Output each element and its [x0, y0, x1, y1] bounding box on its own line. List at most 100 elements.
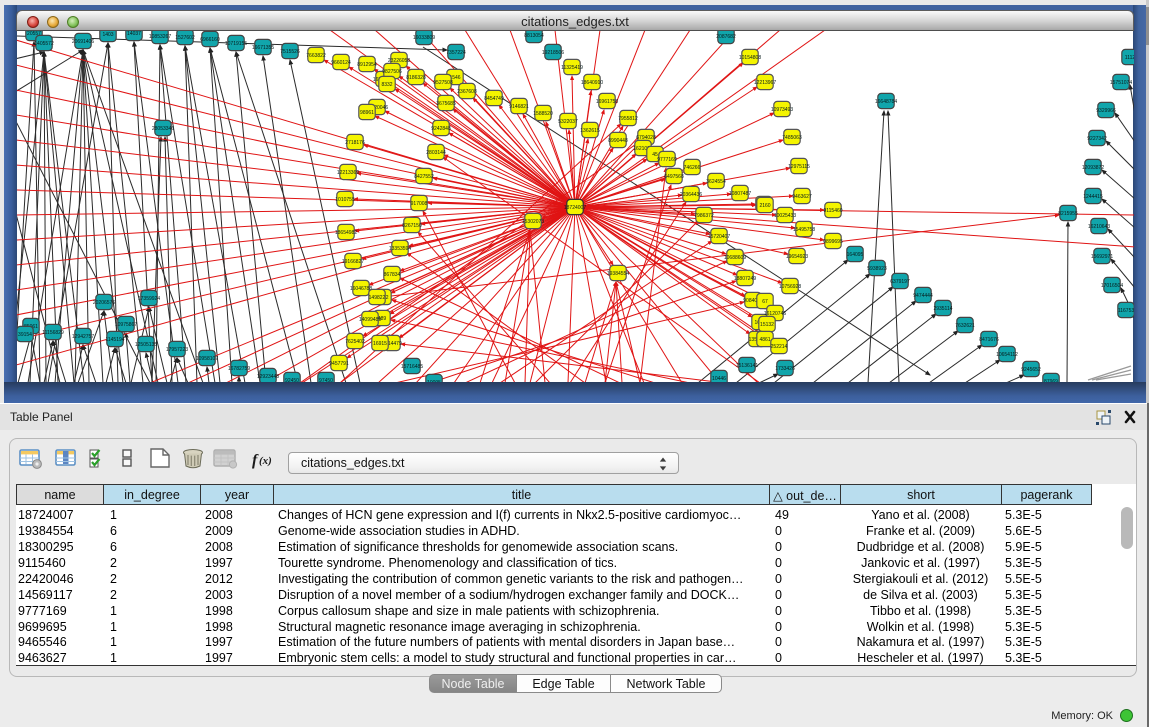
svg-text:12093872: 12093872 — [1082, 165, 1104, 171]
svg-text:116753: 116753 — [1118, 308, 1134, 314]
svg-text:f: f — [252, 452, 259, 469]
svg-text:10025433: 10025433 — [774, 213, 796, 219]
svg-text:0899695: 0899695 — [823, 239, 843, 245]
svg-text:8332: 8332 — [381, 82, 392, 88]
svg-text:15716485: 15716485 — [401, 364, 423, 370]
svg-text:1112: 1112 — [1125, 55, 1134, 61]
svg-text:746266: 746266 — [684, 165, 701, 171]
svg-text:9457791: 9457791 — [329, 361, 349, 367]
svg-text:1010755: 1010755 — [335, 197, 355, 203]
svg-text:7955812: 7955812 — [618, 116, 638, 122]
svg-text:2367608: 2367608 — [457, 89, 477, 95]
svg-text:867834: 867834 — [384, 272, 401, 278]
svg-text:18640910: 18640910 — [581, 80, 603, 86]
svg-text:19384554: 19384554 — [607, 271, 629, 277]
svg-text:15132: 15132 — [760, 322, 774, 328]
svg-text:98961: 98961 — [360, 110, 374, 116]
svg-text:10756928: 10756928 — [779, 284, 801, 290]
svg-text:8186328: 8186328 — [406, 75, 426, 81]
svg-text:19218506: 19218506 — [542, 50, 564, 56]
svg-text:10807487: 10807487 — [729, 191, 751, 197]
svg-text:1362615: 1362615 — [580, 128, 600, 134]
svg-text:12505135: 12505135 — [135, 342, 157, 348]
svg-text:15495758: 15495758 — [793, 227, 815, 233]
svg-text:10975867: 10975867 — [115, 322, 137, 328]
svg-text:3675685: 3675685 — [436, 101, 456, 107]
svg-text:10853267: 10853267 — [149, 34, 171, 40]
svg-text:5322037: 5322037 — [558, 119, 578, 125]
svg-text:20206576: 20206576 — [93, 300, 115, 306]
svg-text:7515526: 7515526 — [280, 49, 300, 55]
svg-text:67: 67 — [762, 299, 768, 305]
svg-text:917008: 917008 — [411, 201, 428, 207]
svg-text:8454749: 8454749 — [484, 96, 504, 102]
svg-text:9827506: 9827506 — [382, 69, 402, 75]
svg-text:7986372: 7986372 — [694, 213, 714, 219]
svg-text:1244415: 1244415 — [1083, 194, 1103, 200]
svg-text:12975115: 12975115 — [788, 164, 810, 170]
svg-text:9474444: 9474444 — [913, 293, 933, 299]
svg-text:9329966: 9329966 — [1096, 108, 1116, 114]
svg-text:10095: 10095 — [427, 380, 441, 382]
svg-text:97450: 97450 — [319, 378, 333, 382]
svg-text:8215955: 8215955 — [1058, 211, 1078, 217]
svg-text:2935114: 2935114 — [933, 306, 952, 312]
svg-text:252214: 252214 — [771, 344, 788, 350]
svg-text:12923448: 12923448 — [257, 374, 279, 380]
svg-text:15302073: 15302073 — [522, 219, 544, 225]
svg-text:1588520: 1588520 — [533, 111, 553, 117]
svg-text:17359924: 17359924 — [138, 296, 160, 302]
svg-text:17016504: 17016504 — [1101, 283, 1123, 289]
svg-text:9115460: 9115460 — [823, 208, 842, 214]
svg-text:18654982: 18654982 — [335, 230, 357, 236]
svg-text:9463627: 9463627 — [792, 194, 812, 200]
svg-text:18724007: 18724007 — [564, 205, 586, 211]
svg-text:18807249: 18807249 — [734, 276, 756, 282]
svg-text:16648784: 16648784 — [875, 99, 897, 105]
svg-text:3624554: 3624554 — [706, 179, 726, 185]
svg-text:1145194: 1145194 — [105, 337, 124, 343]
svg-text:92450: 92450 — [285, 378, 299, 382]
svg-text:6497568: 6497568 — [664, 174, 684, 180]
svg-text:15692971: 15692971 — [1091, 254, 1113, 260]
svg-text:12942757: 12942757 — [72, 334, 94, 340]
svg-text:15751074: 15751074 — [1110, 80, 1132, 86]
svg-text:5938923: 5938923 — [867, 266, 887, 272]
svg-text:10446: 10446 — [712, 376, 726, 382]
svg-text:8990448: 8990448 — [608, 138, 628, 144]
svg-text:16210643: 16210643 — [1088, 224, 1110, 230]
svg-text:2803144: 2803144 — [426, 150, 446, 156]
svg-text:8912954: 8912954 — [357, 62, 377, 68]
svg-text:14099489: 14099489 — [359, 317, 381, 323]
svg-text:17957223: 17957223 — [166, 347, 188, 353]
svg-text:1733426: 1733426 — [775, 366, 795, 372]
svg-text:2160: 2160 — [759, 203, 770, 209]
svg-text:87969: 87969 — [1044, 379, 1058, 382]
svg-text:9245652: 9245652 — [1021, 367, 1041, 373]
svg-text:39154: 39154 — [18, 332, 32, 338]
svg-text:10654112: 10654112 — [996, 352, 1018, 358]
svg-text:10719155: 10719155 — [225, 41, 247, 47]
svg-text:19654923: 19654923 — [786, 254, 808, 260]
svg-text:15136141: 15136141 — [736, 363, 758, 369]
svg-text:16961758: 16961758 — [596, 99, 618, 105]
svg-text:16915: 16915 — [373, 341, 387, 347]
svg-text:8813054: 8813054 — [524, 33, 544, 39]
svg-text:16033809: 16033809 — [413, 35, 435, 41]
svg-text:6379197: 6379197 — [890, 279, 910, 285]
svg-text:11325419: 11325419 — [561, 65, 583, 71]
svg-text:164095: 164095 — [847, 252, 864, 258]
svg-text:12213369: 12213369 — [337, 170, 359, 176]
svg-text:10154808: 10154808 — [739, 55, 761, 61]
svg-text:1527602: 1527602 — [175, 35, 195, 41]
svg-text:4861: 4861 — [759, 337, 770, 343]
svg-text:20691406: 20691406 — [72, 39, 94, 45]
svg-text:10958107: 10958107 — [196, 356, 218, 362]
svg-text:8471676: 8471676 — [979, 337, 999, 343]
svg-text:16671355: 16671355 — [252, 45, 274, 51]
svg-text:12213967: 12213967 — [754, 80, 776, 86]
svg-text:10688609: 10688609 — [724, 255, 746, 261]
svg-text:7485063: 7485063 — [782, 135, 802, 141]
svg-text:2718176: 2718176 — [345, 140, 365, 146]
svg-text:9527508: 9527508 — [433, 80, 453, 86]
